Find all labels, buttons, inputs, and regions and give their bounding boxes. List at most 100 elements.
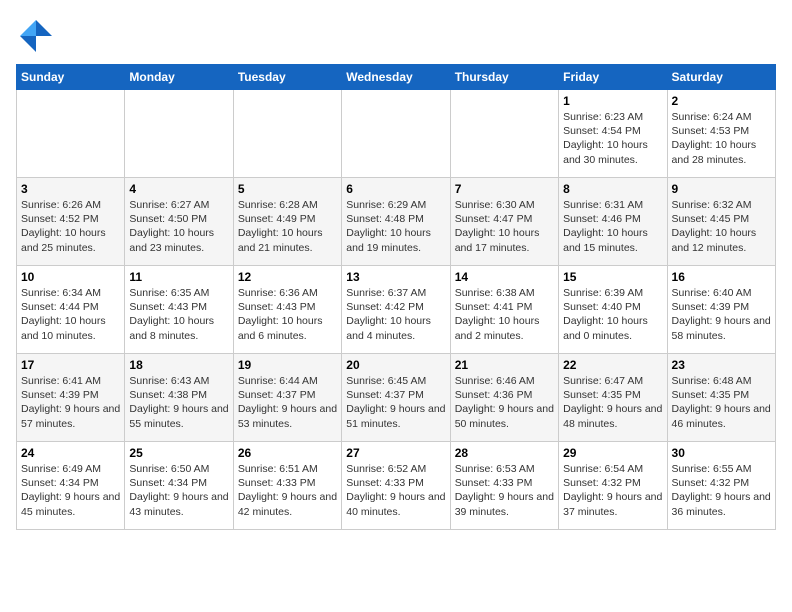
calendar-header: SundayMondayTuesdayWednesdayThursdayFrid…	[17, 65, 776, 90]
calendar-day-cell: 18Sunrise: 6:43 AM Sunset: 4:38 PM Dayli…	[125, 354, 233, 442]
day-number: 1	[563, 94, 662, 108]
day-info: Sunrise: 6:30 AM Sunset: 4:47 PM Dayligh…	[455, 198, 554, 255]
day-info: Sunrise: 6:55 AM Sunset: 4:32 PM Dayligh…	[672, 462, 771, 519]
calendar-day-cell: 25 Sunrise: 6:50 AM Sunset: 4:34 PM Dayli…	[125, 442, 233, 530]
day-info: Sunrise: 6:32 AM Sunset: 4:45 PM Dayligh…	[672, 198, 771, 255]
day-info: Sunrise: 6:51 AM Sunset: 4:33 PM Dayligh…	[238, 462, 337, 519]
calendar-day-cell: 13 Sunrise: 6:37 AM Sunset: 4:42 PM Dayli…	[342, 266, 450, 354]
day-number: 8	[563, 182, 662, 196]
day-info: Sunrise: 6:49 AM Sunset: 4:34 PM Dayligh…	[21, 462, 120, 519]
calendar-day-cell	[233, 90, 341, 178]
day-info: Sunrise: 6:41 AM Sunset: 4:39 PM Dayligh…	[21, 374, 120, 431]
day-number: 9	[672, 182, 771, 196]
calendar-day-cell: 11 Sunrise: 6:35 AM Sunset: 4:43 PM Dayli…	[125, 266, 233, 354]
calendar-day-cell	[342, 90, 450, 178]
calendar-day-cell: 4 Sunrise: 6:27 AM Sunset: 4:50 PM Daylig…	[125, 178, 233, 266]
day-number: 27	[346, 446, 445, 460]
day-info: Sunrise: 6:52 AM Sunset: 4:33 PM Dayligh…	[346, 462, 445, 519]
weekday-header: Saturday	[667, 65, 775, 90]
logo-icon	[16, 16, 52, 52]
day-info: Sunrise: 6:35 AM Sunset: 4:43 PM Dayligh…	[129, 286, 228, 343]
calendar-week-row: 3 Sunrise: 6:26 AM Sunset: 4:52 PM Daylig…	[17, 178, 776, 266]
calendar-day-cell: 15Sunrise: 6:39 AM Sunset: 4:40 PM Dayli…	[559, 266, 667, 354]
calendar-week-row: 1 Sunrise: 6:23 AM Sunset: 4:54 PM Daylig…	[17, 90, 776, 178]
page-header	[16, 16, 776, 52]
day-number: 15	[563, 270, 662, 284]
day-info: Sunrise: 6:50 AM Sunset: 4:34 PM Dayligh…	[129, 462, 228, 519]
calendar-day-cell	[450, 90, 558, 178]
day-number: 22	[563, 358, 662, 372]
weekday-row: SundayMondayTuesdayWednesdayThursdayFrid…	[17, 65, 776, 90]
weekday-header: Sunday	[17, 65, 125, 90]
day-number: 11	[129, 270, 228, 284]
calendar-day-cell: 26 Sunrise: 6:51 AM Sunset: 4:33 PM Dayli…	[233, 442, 341, 530]
calendar-day-cell: 19Sunrise: 6:44 AM Sunset: 4:37 PM Dayli…	[233, 354, 341, 442]
day-info: Sunrise: 6:36 AM Sunset: 4:43 PM Dayligh…	[238, 286, 337, 343]
calendar-day-cell: 30 Sunrise: 6:55 AM Sunset: 4:32 PM Dayli…	[667, 442, 775, 530]
day-number: 17	[21, 358, 120, 372]
weekday-header: Thursday	[450, 65, 558, 90]
day-info: Sunrise: 6:45 AM Sunset: 4:37 PM Dayligh…	[346, 374, 445, 431]
calendar-day-cell	[17, 90, 125, 178]
calendar-day-cell: 1 Sunrise: 6:23 AM Sunset: 4:54 PM Daylig…	[559, 90, 667, 178]
calendar-day-cell: 28 Sunrise: 6:53 AM Sunset: 4:33 PM Dayli…	[450, 442, 558, 530]
day-number: 3	[21, 182, 120, 196]
calendar-week-row: 24 Sunrise: 6:49 AM Sunset: 4:34 PM Dayli…	[17, 442, 776, 530]
day-info: Sunrise: 6:31 AM Sunset: 4:46 PM Dayligh…	[563, 198, 662, 255]
day-info: Sunrise: 6:34 AM Sunset: 4:44 PM Dayligh…	[21, 286, 120, 343]
day-number: 12	[238, 270, 337, 284]
day-info: Sunrise: 6:28 AM Sunset: 4:49 PM Dayligh…	[238, 198, 337, 255]
calendar-day-cell: 5 Sunrise: 6:28 AM Sunset: 4:49 PM Daylig…	[233, 178, 341, 266]
day-number: 20	[346, 358, 445, 372]
day-info: Sunrise: 6:46 AM Sunset: 4:36 PM Dayligh…	[455, 374, 554, 431]
day-info: Sunrise: 6:24 AM Sunset: 4:53 PM Dayligh…	[672, 110, 771, 167]
calendar-day-cell: 20 Sunrise: 6:45 AM Sunset: 4:37 PM Dayli…	[342, 354, 450, 442]
day-number: 13	[346, 270, 445, 284]
calendar-day-cell: 2 Sunrise: 6:24 AM Sunset: 4:53 PM Daylig…	[667, 90, 775, 178]
day-number: 28	[455, 446, 554, 460]
calendar-day-cell: 8 Sunrise: 6:31 AM Sunset: 4:46 PM Daylig…	[559, 178, 667, 266]
calendar-day-cell: 14 Sunrise: 6:38 AM Sunset: 4:41 PM Dayli…	[450, 266, 558, 354]
day-info: Sunrise: 6:40 AM Sunset: 4:39 PM Dayligh…	[672, 286, 771, 343]
day-number: 7	[455, 182, 554, 196]
day-number: 25	[129, 446, 228, 460]
weekday-header: Wednesday	[342, 65, 450, 90]
day-number: 2	[672, 94, 771, 108]
day-number: 26	[238, 446, 337, 460]
day-info: Sunrise: 6:43 AM Sunset: 4:38 PM Dayligh…	[129, 374, 228, 431]
calendar-day-cell: 9 Sunrise: 6:32 AM Sunset: 4:45 PM Daylig…	[667, 178, 775, 266]
day-number: 4	[129, 182, 228, 196]
calendar-body: 1 Sunrise: 6:23 AM Sunset: 4:54 PM Daylig…	[17, 90, 776, 530]
day-number: 5	[238, 182, 337, 196]
calendar-day-cell: 16 Sunrise: 6:40 AM Sunset: 4:39 PM Dayli…	[667, 266, 775, 354]
calendar-day-cell: 10Sunrise: 6:34 AM Sunset: 4:44 PM Dayli…	[17, 266, 125, 354]
day-info: Sunrise: 6:53 AM Sunset: 4:33 PM Dayligh…	[455, 462, 554, 519]
day-info: Sunrise: 6:38 AM Sunset: 4:41 PM Dayligh…	[455, 286, 554, 343]
weekday-header: Tuesday	[233, 65, 341, 90]
day-info: Sunrise: 6:54 AM Sunset: 4:32 PM Dayligh…	[563, 462, 662, 519]
calendar-day-cell: 24 Sunrise: 6:49 AM Sunset: 4:34 PM Dayli…	[17, 442, 125, 530]
weekday-header: Monday	[125, 65, 233, 90]
day-number: 16	[672, 270, 771, 284]
day-info: Sunrise: 6:23 AM Sunset: 4:54 PM Dayligh…	[563, 110, 662, 167]
day-info: Sunrise: 6:37 AM Sunset: 4:42 PM Dayligh…	[346, 286, 445, 343]
day-info: Sunrise: 6:26 AM Sunset: 4:52 PM Dayligh…	[21, 198, 120, 255]
calendar-week-row: 10Sunrise: 6:34 AM Sunset: 4:44 PM Dayli…	[17, 266, 776, 354]
day-number: 23	[672, 358, 771, 372]
day-info: Sunrise: 6:27 AM Sunset: 4:50 PM Dayligh…	[129, 198, 228, 255]
calendar-table: SundayMondayTuesdayWednesdayThursdayFrid…	[16, 64, 776, 530]
calendar-day-cell: 7 Sunrise: 6:30 AM Sunset: 4:47 PM Daylig…	[450, 178, 558, 266]
weekday-header: Friday	[559, 65, 667, 90]
day-number: 24	[21, 446, 120, 460]
calendar-day-cell: 3 Sunrise: 6:26 AM Sunset: 4:52 PM Daylig…	[17, 178, 125, 266]
logo	[16, 16, 56, 52]
calendar-day-cell: 6Sunrise: 6:29 AM Sunset: 4:48 PM Daylig…	[342, 178, 450, 266]
day-number: 21	[455, 358, 554, 372]
calendar-week-row: 17 Sunrise: 6:41 AM Sunset: 4:39 PM Dayli…	[17, 354, 776, 442]
calendar-day-cell: 17 Sunrise: 6:41 AM Sunset: 4:39 PM Dayli…	[17, 354, 125, 442]
calendar-day-cell: 22Sunrise: 6:47 AM Sunset: 4:35 PM Dayli…	[559, 354, 667, 442]
day-info: Sunrise: 6:44 AM Sunset: 4:37 PM Dayligh…	[238, 374, 337, 431]
day-number: 30	[672, 446, 771, 460]
day-info: Sunrise: 6:48 AM Sunset: 4:35 PM Dayligh…	[672, 374, 771, 431]
day-number: 14	[455, 270, 554, 284]
